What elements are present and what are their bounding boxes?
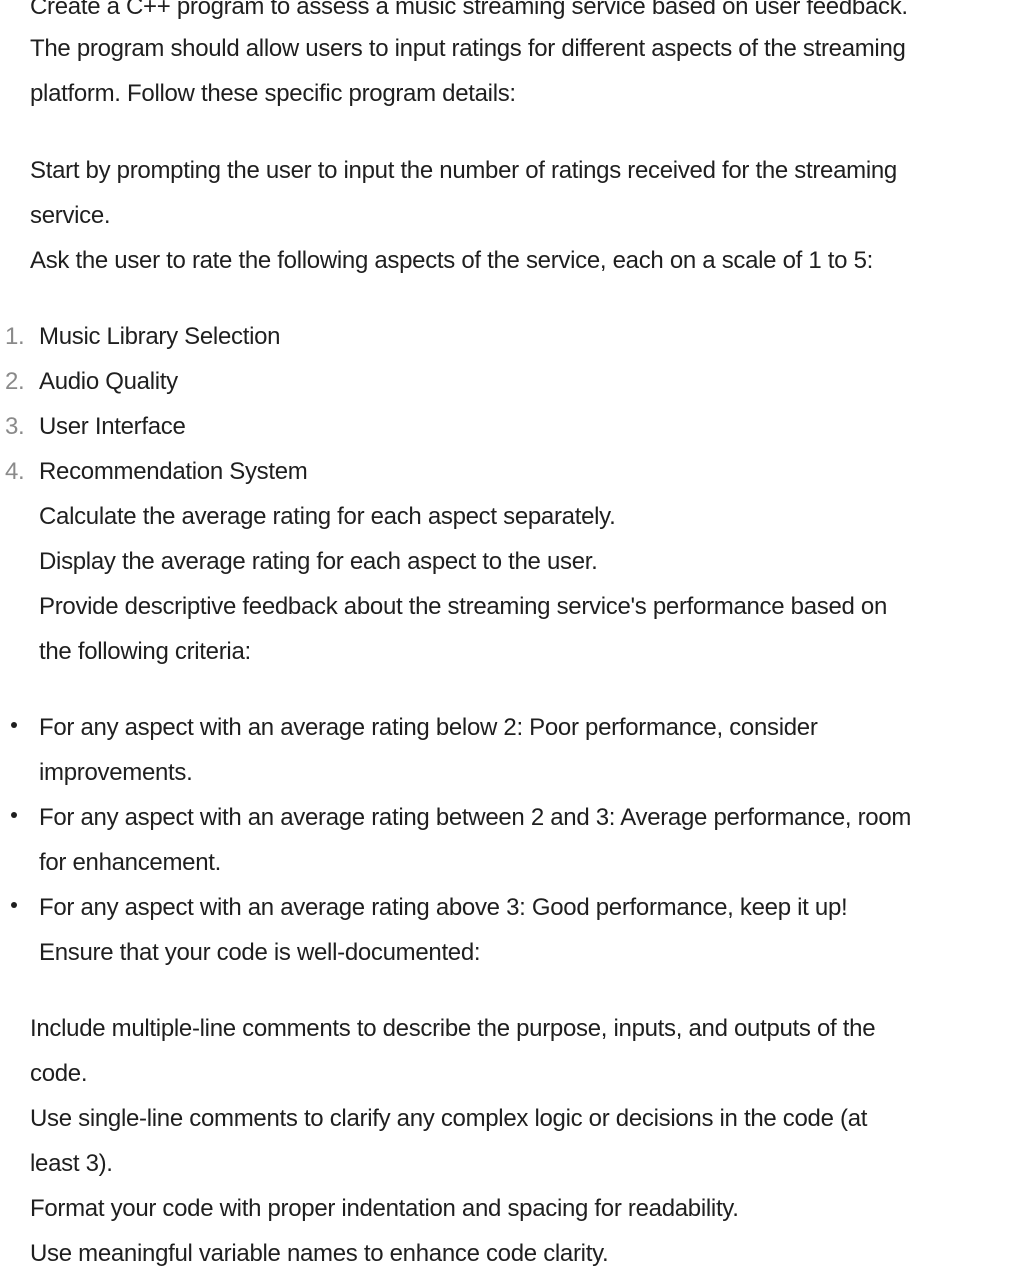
bullet-icon bbox=[11, 722, 17, 728]
multi-line-comments-line-1: Include multiple-line comments to descri… bbox=[30, 1015, 876, 1042]
list-label: Music Library Selection bbox=[39, 323, 281, 350]
step1-line-2: service. bbox=[30, 202, 111, 229]
intro-line-3: platform. Follow these specific program … bbox=[30, 80, 516, 107]
intro-line-2: The program should allow users to input … bbox=[30, 35, 906, 62]
bullet-icon bbox=[11, 812, 17, 818]
feedback-step-line-1: Provide descriptive feedback about the s… bbox=[39, 593, 888, 620]
feedback-step-line-2: the following criteria: bbox=[39, 638, 251, 665]
naming-requirement: Use meaningful variable names to enhance… bbox=[30, 1240, 609, 1267]
single-line-comments-line-2: least 3). bbox=[30, 1150, 113, 1177]
format-requirement: Format your code with proper indentation… bbox=[30, 1195, 739, 1222]
display-step: Display the average rating for each aspe… bbox=[39, 548, 598, 575]
bullet-icon bbox=[11, 902, 17, 908]
list-number: 2. bbox=[5, 368, 25, 395]
criteria-line-2: improvements. bbox=[39, 759, 193, 786]
list-number: 4. bbox=[5, 458, 25, 485]
calc-step: Calculate the average rating for each as… bbox=[39, 503, 616, 530]
multi-line-comments-line-2: code. bbox=[30, 1060, 88, 1087]
list-label: User Interface bbox=[39, 413, 186, 440]
single-line-comments-line-1: Use single-line comments to clarify any … bbox=[30, 1105, 868, 1132]
intro-line-1: Create a C++ program to assess a music s… bbox=[30, 0, 908, 20]
criteria-line-1: For any aspect with an average rating ab… bbox=[39, 894, 848, 921]
criteria-line-1: For any aspect with an average rating be… bbox=[39, 804, 912, 831]
criteria-line-2: for enhancement. bbox=[39, 849, 221, 876]
list-label: Recommendation System bbox=[39, 458, 308, 485]
documentation-heading: Ensure that your code is well-documented… bbox=[39, 939, 481, 966]
step2-text: Ask the user to rate the following aspec… bbox=[30, 247, 873, 274]
list-label: Audio Quality bbox=[39, 368, 178, 395]
criteria-line-1: For any aspect with an average rating be… bbox=[39, 714, 818, 741]
list-number: 3. bbox=[5, 413, 25, 440]
list-number: 1. bbox=[5, 323, 25, 350]
step1-line-1: Start by prompting the user to input the… bbox=[30, 157, 897, 184]
